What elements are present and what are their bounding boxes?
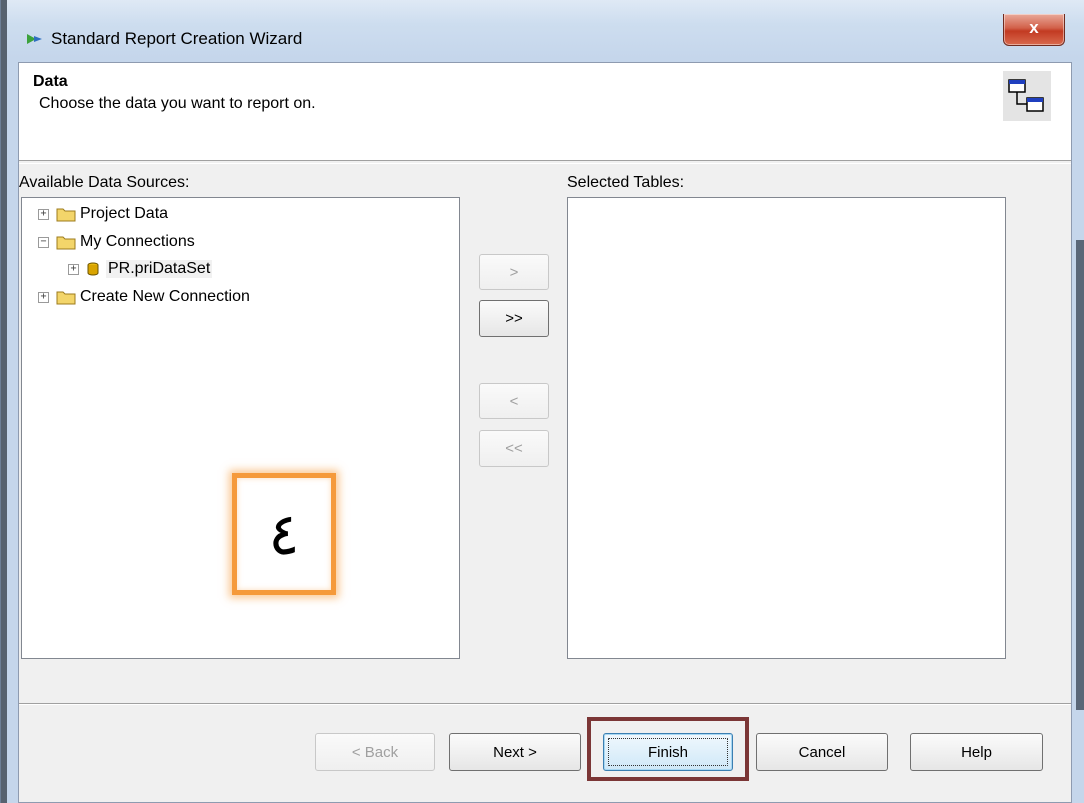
database-icon bbox=[87, 262, 99, 276]
close-button[interactable]: x bbox=[1003, 14, 1065, 46]
header-divider bbox=[19, 163, 1071, 164]
window-border bbox=[1076, 240, 1084, 710]
wizard-window: Standard Report Creation Wizard x Data C… bbox=[0, 0, 1084, 803]
window-border bbox=[1, 0, 7, 803]
window-title: Standard Report Creation Wizard bbox=[51, 29, 303, 48]
selected-tables-label: Selected Tables: bbox=[567, 174, 685, 191]
wizard-app-icon bbox=[27, 34, 42, 44]
finish-highlight-box bbox=[587, 717, 749, 781]
footer-divider bbox=[19, 703, 1071, 705]
tree-item-pr-pridataset[interactable]: + PR.priDataSet bbox=[68, 258, 213, 280]
tree-item-project-data[interactable]: + Project Data bbox=[38, 203, 168, 225]
tree-item-label: My Connections bbox=[80, 233, 195, 250]
add-table-button[interactable]: > bbox=[479, 254, 549, 290]
expand-icon[interactable]: + bbox=[38, 291, 49, 303]
expand-icon[interactable]: + bbox=[68, 263, 79, 275]
back-button[interactable]: < Back bbox=[315, 733, 435, 771]
tree-item-create-new-connection[interactable]: + Create New Connection bbox=[38, 286, 250, 308]
help-button[interactable]: Help bbox=[910, 733, 1043, 771]
cancel-button[interactable]: Cancel bbox=[756, 733, 888, 771]
remove-table-button[interactable]: < bbox=[479, 383, 549, 419]
available-sources-label: Available Data Sources: bbox=[19, 174, 190, 191]
available-sources-tree[interactable]: + Project Data − My Connections + PR.pri… bbox=[21, 197, 460, 659]
page-subtitle: Choose the data you want to report on. bbox=[39, 95, 316, 112]
tree-item-label: Create New Connection bbox=[80, 288, 250, 305]
add-all-tables-button[interactable]: >> bbox=[479, 300, 549, 337]
selected-tables-list[interactable] bbox=[567, 197, 1006, 659]
page-title: Data bbox=[33, 73, 68, 90]
folder-icon bbox=[56, 236, 76, 249]
folder-icon bbox=[56, 208, 76, 221]
tree-item-label: PR.priDataSet bbox=[106, 260, 213, 278]
close-icon: x bbox=[1029, 18, 1039, 37]
expand-icon[interactable]: + bbox=[38, 208, 49, 220]
folder-icon bbox=[56, 291, 76, 304]
annotation-step-number: ٤ bbox=[232, 473, 336, 595]
collapse-icon[interactable]: − bbox=[38, 236, 49, 248]
tree-item-label: Project Data bbox=[80, 205, 169, 222]
next-button[interactable]: Next > bbox=[449, 733, 581, 771]
wizard-client-area: Data Choose the data you want to report … bbox=[18, 62, 1072, 803]
remove-all-tables-button[interactable]: << bbox=[479, 430, 549, 467]
wizard-header: Data Choose the data you want to report … bbox=[19, 63, 1071, 161]
title-bar[interactable]: Standard Report Creation Wizard x bbox=[9, 14, 1069, 62]
data-link-icon bbox=[1003, 71, 1051, 121]
tree-item-my-connections[interactable]: − My Connections bbox=[38, 231, 195, 253]
